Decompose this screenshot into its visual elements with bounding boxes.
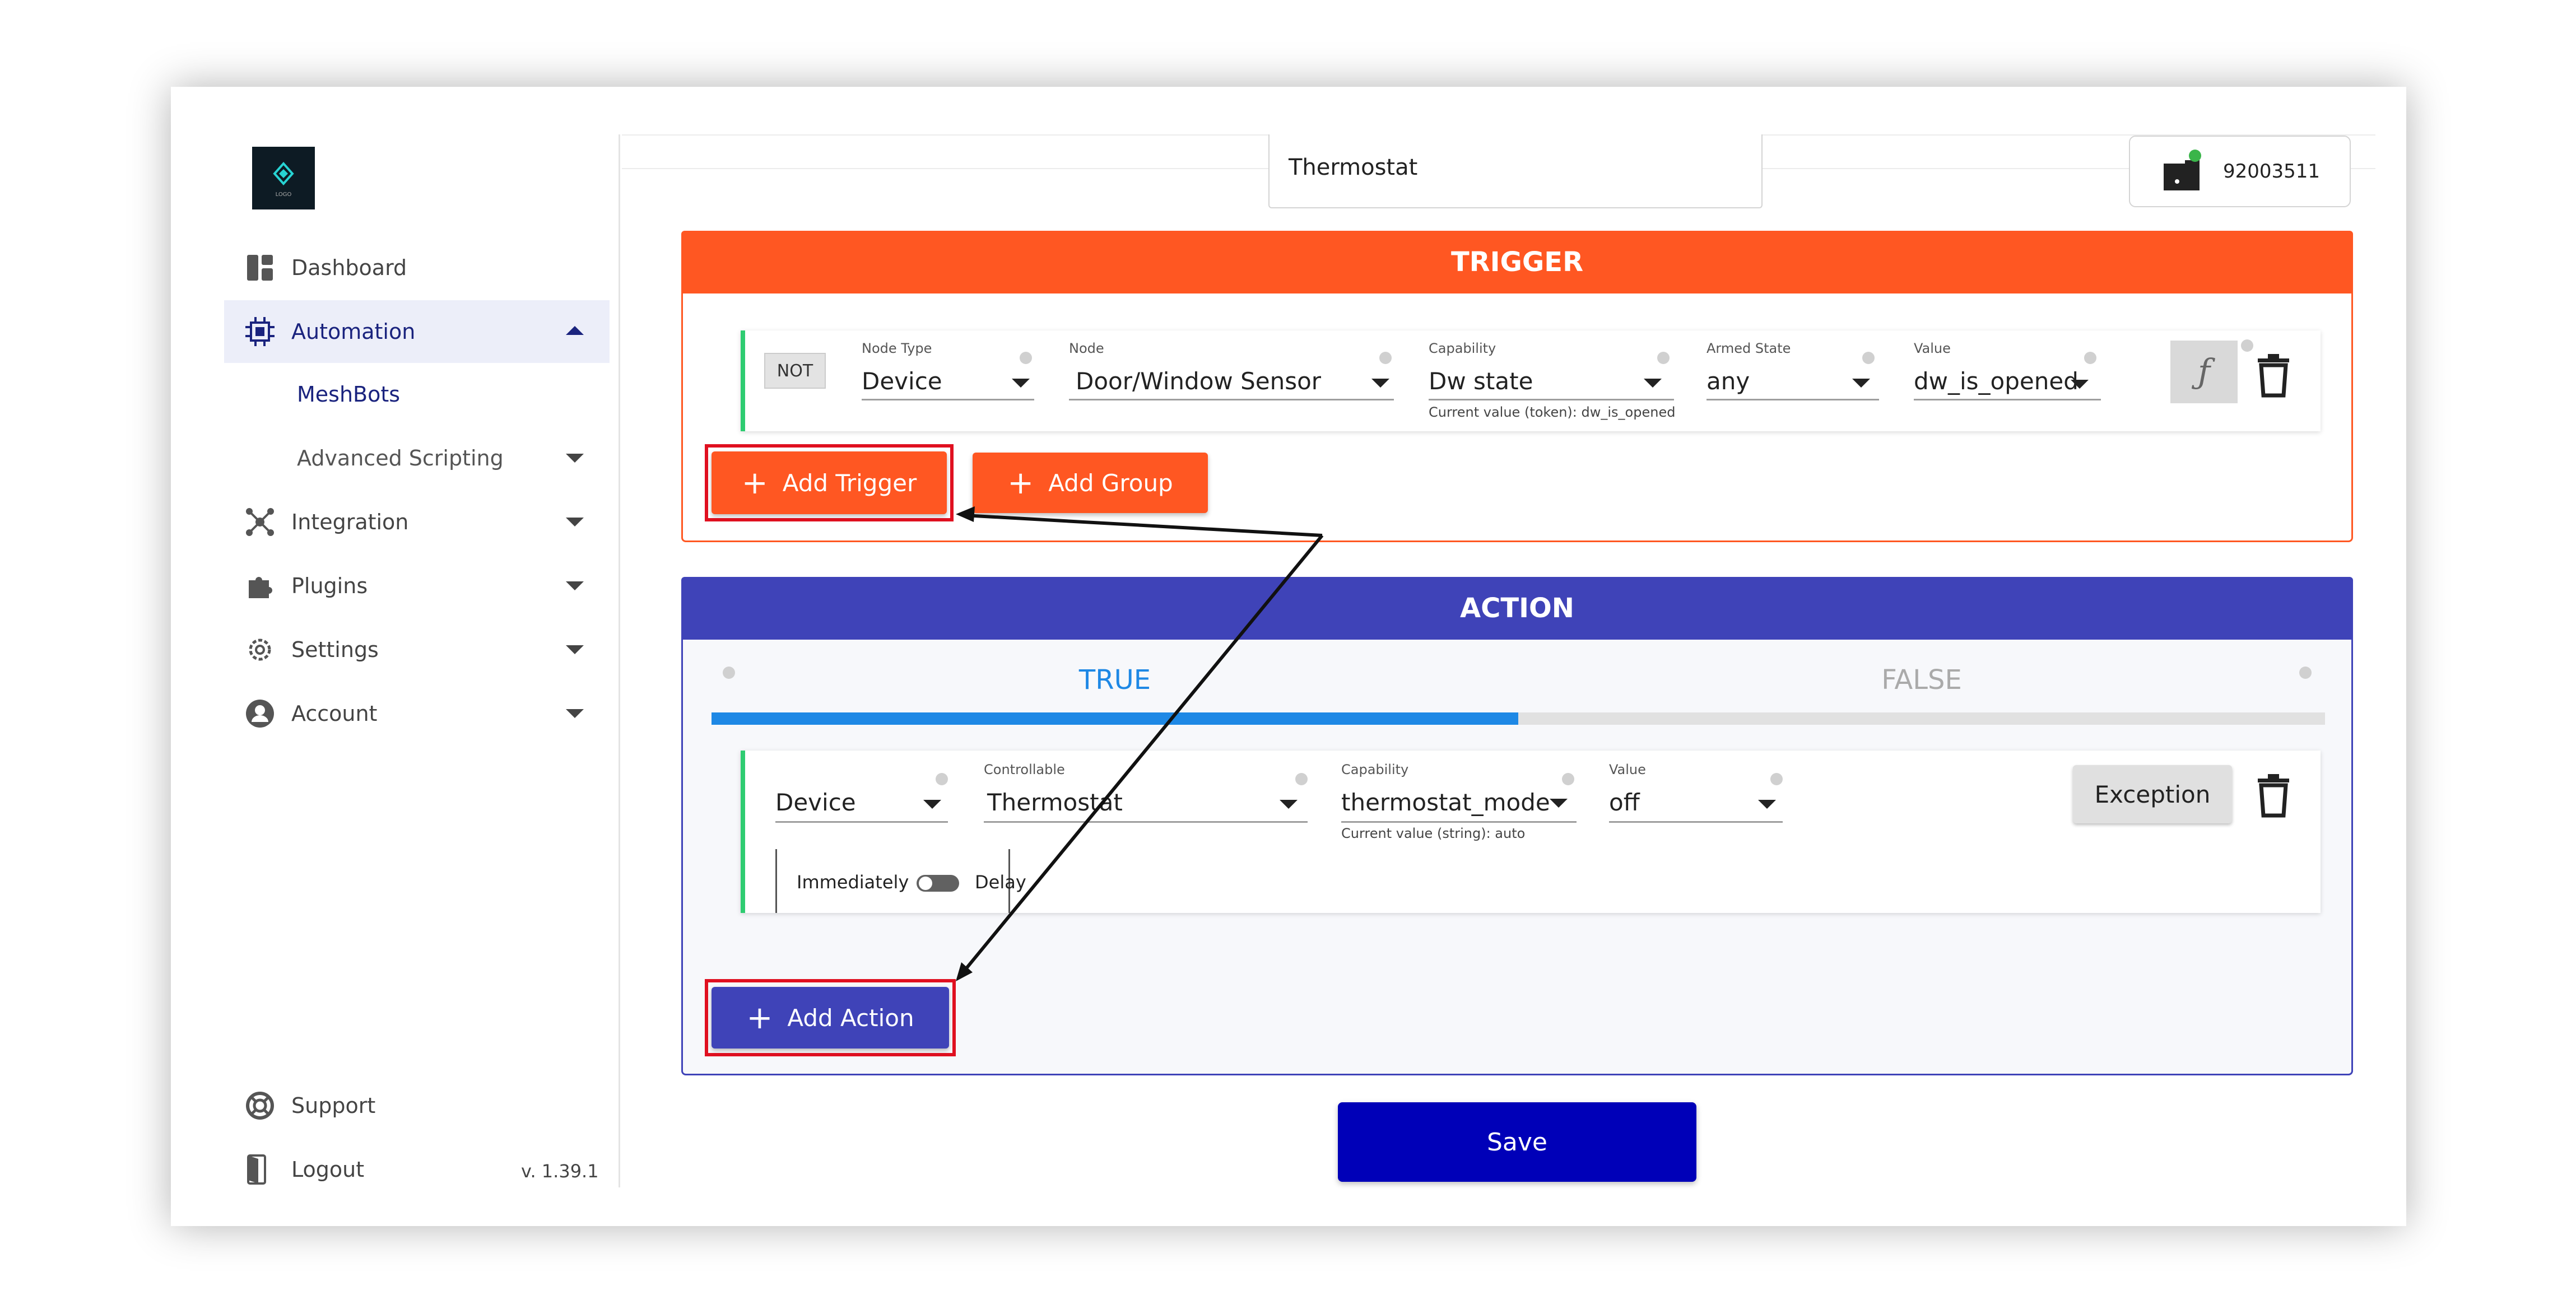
arrowhead-icon	[956, 506, 975, 522]
annotation-arrows	[956, 506, 1324, 981]
save-button[interactable]: Save	[1338, 1102, 1696, 1182]
